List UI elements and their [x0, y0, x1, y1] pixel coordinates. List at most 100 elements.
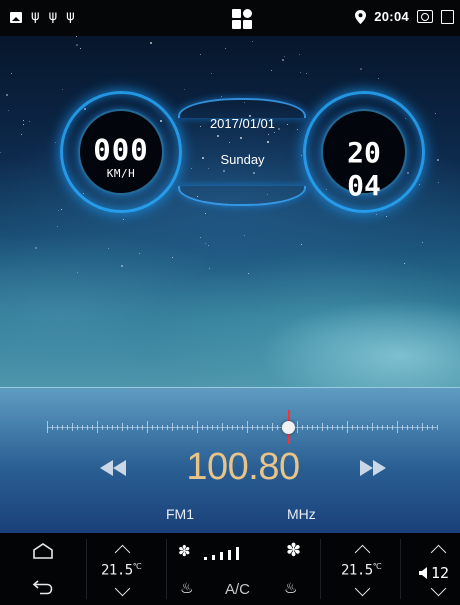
star: [306, 73, 307, 74]
star: [62, 89, 63, 90]
divider: [86, 539, 87, 599]
tuner-tick: [47, 421, 48, 433]
tuner-tick: [62, 424, 63, 430]
star: [419, 184, 420, 185]
usb-icon: ψ: [66, 9, 75, 24]
tuner-tick: [257, 424, 258, 430]
tuner-tick: [412, 424, 413, 430]
tuner-tick: [382, 424, 383, 430]
star: [253, 172, 255, 174]
star: [376, 214, 377, 215]
seek-forward-button[interactable]: [357, 458, 389, 478]
tuner-tick: [362, 424, 363, 430]
star: [221, 96, 222, 97]
star: [271, 70, 272, 71]
star: [422, 242, 423, 243]
star: [139, 253, 140, 254]
seat-heat-right-button[interactable]: ♨: [284, 579, 297, 597]
star: [8, 110, 9, 111]
fan-speed-up-button[interactable]: ✽: [286, 540, 301, 561]
tuner-tick: [132, 424, 133, 430]
home-icon: [33, 543, 53, 559]
tuner-tick: [182, 424, 183, 430]
fan-speed-down-button[interactable]: ✽: [178, 542, 191, 560]
tuner-tick: [232, 424, 233, 430]
rewind-icon: [100, 460, 113, 476]
seat-heat-left-button[interactable]: ♨: [180, 579, 193, 597]
star: [386, 216, 387, 217]
date-panel: 2017/01/01 Sunday: [180, 116, 305, 167]
temp-left-up-button[interactable]: [114, 544, 131, 561]
speedometer-gauge: 000 KM/H: [60, 91, 182, 213]
star: [123, 219, 124, 220]
temp-right-up-button[interactable]: [354, 544, 371, 561]
temp-left: 21.5℃: [101, 562, 142, 579]
tuner-knob[interactable]: [282, 421, 296, 434]
usb-icon: ψ: [31, 9, 40, 24]
star: [76, 44, 78, 46]
tuner-tick: [307, 424, 308, 430]
star: [438, 182, 439, 183]
temp-right-unit: ℃: [372, 562, 382, 571]
tuner-tick: [262, 424, 263, 430]
volume-icon: [419, 567, 427, 579]
screenshot-icon[interactable]: [417, 10, 433, 23]
tuner-tick: [222, 423, 223, 431]
star: [150, 42, 152, 44]
star: [29, 121, 30, 122]
tuner-tick: [212, 424, 213, 430]
dashboard-wallpaper: 000 KM/H 2017/01/01 Sunday 20 04: [0, 36, 460, 387]
seek-back-button[interactable]: [97, 458, 129, 478]
star: [23, 124, 24, 125]
tuner-tick: [252, 424, 253, 430]
band-label[interactable]: FM1: [166, 506, 194, 522]
status-left-icons: ψ ψ ψ: [10, 10, 75, 24]
fast-forward-icon-part: [373, 460, 386, 476]
tuner-tick: [312, 424, 313, 430]
tuner-tick: [352, 424, 353, 430]
tuner-tick: [82, 424, 83, 430]
fan-level-bar: [236, 547, 239, 560]
clock-face: 20 04: [321, 109, 407, 202]
tuner-tick: [432, 424, 433, 430]
tuner-tick: [187, 424, 188, 430]
tuner-tick: [52, 424, 53, 430]
star: [284, 56, 285, 57]
tuner-tick: [387, 424, 388, 430]
tuner-tick: [142, 424, 143, 430]
tuner-tick: [102, 424, 103, 430]
fan-level-bar: [228, 549, 231, 560]
tuner-tick: [332, 424, 333, 430]
tuner-tick: [57, 424, 58, 430]
home-button[interactable]: [29, 540, 57, 562]
fan-level-bar: [204, 557, 207, 560]
star: [208, 168, 209, 169]
temp-right-down-button[interactable]: [354, 580, 371, 597]
star: [244, 235, 245, 236]
tuner-tick: [172, 423, 173, 431]
date-text: 2017/01/01: [209, 116, 276, 131]
star: [58, 210, 59, 211]
star: [80, 48, 81, 49]
status-time: 20:04: [374, 9, 409, 24]
rewind-icon-part: [113, 460, 126, 476]
back-button[interactable]: [29, 576, 57, 598]
tuner-tick: [227, 424, 228, 430]
volume-down-button[interactable]: [430, 580, 447, 597]
star: [301, 244, 302, 245]
location-pin-icon: [355, 9, 367, 24]
tuner-tick: [407, 424, 408, 430]
recent-apps-icon[interactable]: [441, 9, 454, 24]
app-grid-icon[interactable]: [232, 9, 253, 29]
tuner-tick: [342, 424, 343, 430]
tuner-tick: [112, 424, 113, 430]
star: [121, 265, 123, 267]
tuner-tick: [242, 424, 243, 430]
tuner-tick: [367, 424, 368, 430]
temp-left-unit: ℃: [132, 562, 142, 571]
usb-icon: ψ: [48, 9, 58, 24]
speed-unit: KM/H: [106, 167, 136, 180]
temp-left-down-button[interactable]: [114, 580, 131, 597]
volume-up-button[interactable]: [430, 544, 447, 561]
ac-button[interactable]: A/C: [225, 581, 250, 598]
